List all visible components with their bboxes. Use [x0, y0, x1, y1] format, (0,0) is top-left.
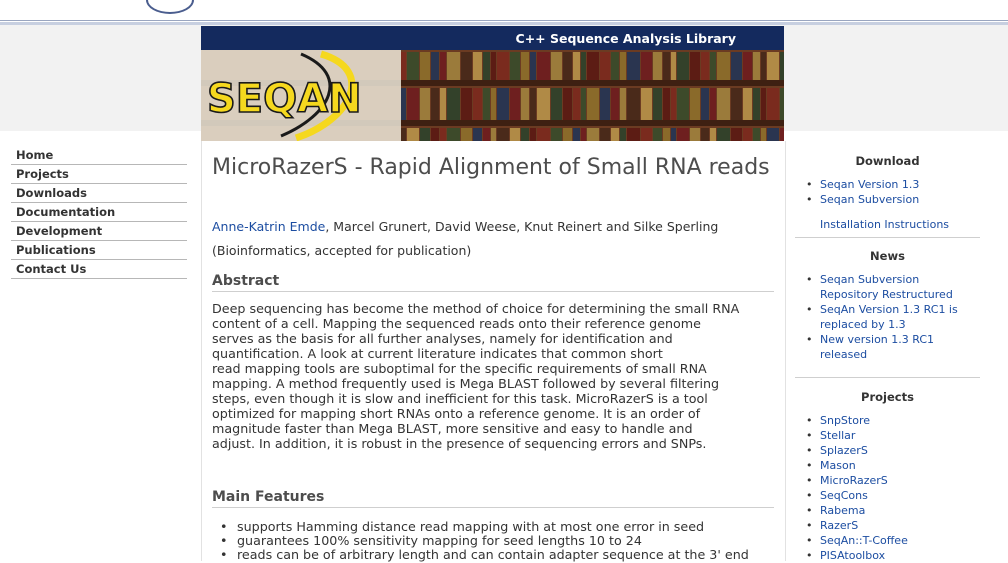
feature-item: supports Hamming distance read mapping w… [212, 520, 772, 535]
abstract-line: serves as the basis for all further anal… [212, 331, 673, 346]
project-link[interactable]: SnpStore [795, 413, 980, 428]
author-list: Anne-Katrin Emde, Marcel Grunert, David … [212, 219, 718, 234]
news-heading: News [870, 249, 905, 263]
installation-instructions-link[interactable]: Installation Instructions [795, 217, 980, 238]
right-sidebar: Download Seqan Version 1.3 Seqan Subvers… [795, 141, 980, 563]
seqan-banner: C++ Sequence Analysis Library SEQAN [201, 26, 784, 141]
banner-artwork: SEQAN [201, 50, 784, 141]
download-heading: Download [855, 154, 920, 168]
nav-publications[interactable]: Publications [11, 241, 187, 260]
abstract-line: magnitude faster than Mega BLAST, more s… [212, 421, 693, 436]
publication-venue: (Bioinformatics, accepted for publicatio… [212, 243, 472, 258]
abstract-line: Deep sequencing has become the method of… [212, 301, 740, 316]
nav-downloads[interactable]: Downloads [11, 184, 187, 203]
news-item-line: released [820, 348, 868, 361]
download-link-seqan-1-3[interactable]: Seqan Version 1.3 [795, 177, 980, 192]
main-features-heading: Main Features [212, 489, 774, 508]
feature-item: guarantees 100% sensitivity mapping for … [212, 534, 772, 549]
abstract-line: adjust. In addition, it is robust in the… [212, 436, 707, 451]
news-item-line: Seqan Subversion [820, 273, 920, 286]
project-link[interactable]: Stellar [795, 428, 980, 443]
abstract-line: optimized for mapping short RNAs onto a … [212, 406, 701, 421]
download-list: Seqan Version 1.3 Seqan Subversion [795, 177, 980, 207]
abstract-line: read mapping tools are suboptimal for th… [212, 361, 707, 376]
projects-list: SnpStore Stellar SplazerS Mason MicroRaz… [795, 413, 980, 563]
project-link[interactable]: MicroRazerS [795, 473, 980, 488]
project-link[interactable]: SeqAn::T-Coffee [795, 533, 980, 548]
left-navigation: Home Projects Downloads Documentation De… [11, 146, 187, 279]
nav-contact-us[interactable]: Contact Us [11, 260, 187, 279]
banner-bar: C++ Sequence Analysis Library [201, 26, 784, 50]
features-list: supports Hamming distance read mapping w… [212, 520, 772, 563]
news-list: Seqan SubversionRepository Restructured … [795, 272, 980, 378]
project-link[interactable]: RazerS [795, 518, 980, 533]
abstract-line: quantification. A look at current litera… [212, 346, 663, 361]
page-title: MicroRazerS - Rapid Alignment of Small R… [212, 155, 770, 180]
news-item[interactable]: Seqan Subversion Repository Restructured [795, 272, 980, 302]
abstract-line: mapping. A method frequently used is Meg… [212, 376, 720, 391]
feature-item: reads can be of arbitrary length and can… [212, 548, 772, 563]
news-item[interactable]: New version 1.3 RC1 released [795, 332, 980, 362]
abstract-text: Deep sequencing has become the method of… [212, 301, 774, 451]
bookshelf-image: SEQAN [201, 50, 784, 141]
news-item-line: replaced by 1.3 [820, 318, 906, 331]
project-link[interactable]: Mason [795, 458, 980, 473]
project-link[interactable]: Rabema [795, 503, 980, 518]
nav-projects[interactable]: Projects [11, 165, 187, 184]
abstract-heading: Abstract [212, 273, 774, 292]
project-link[interactable]: SplazerS [795, 443, 980, 458]
news-item[interactable]: SeqAn Version 1.3 RC1 is replaced by 1.3 [795, 302, 980, 332]
project-link[interactable]: SeqCons [795, 488, 980, 503]
news-item-line: New version 1.3 RC1 [820, 333, 935, 346]
projects-heading: Projects [861, 390, 914, 404]
university-seal-logo [146, 0, 194, 14]
article-content: MicroRazerS - Rapid Alignment of Small R… [212, 155, 774, 562]
news-item-line: SeqAn Version 1.3 RC1 is [820, 303, 958, 316]
nav-documentation[interactable]: Documentation [11, 203, 187, 222]
abstract-line: content of a cell. Mapping the sequenced… [212, 316, 701, 331]
other-authors: , Marcel Grunert, David Weese, Knut Rein… [325, 219, 719, 234]
news-item-line: Repository Restructured [820, 288, 953, 301]
nav-development[interactable]: Development [11, 222, 187, 241]
nav-home[interactable]: Home [11, 146, 187, 165]
first-author-link[interactable]: Anne-Katrin Emde [212, 219, 325, 234]
seqan-logo-text: SEQAN [207, 76, 362, 122]
download-link-subversion[interactable]: Seqan Subversion [795, 192, 980, 207]
abstract-line: steps, even though it is slow and ineffi… [212, 391, 708, 406]
banner-tagline: C++ Sequence Analysis Library [515, 31, 736, 46]
top-header-strip [0, 0, 1008, 21]
